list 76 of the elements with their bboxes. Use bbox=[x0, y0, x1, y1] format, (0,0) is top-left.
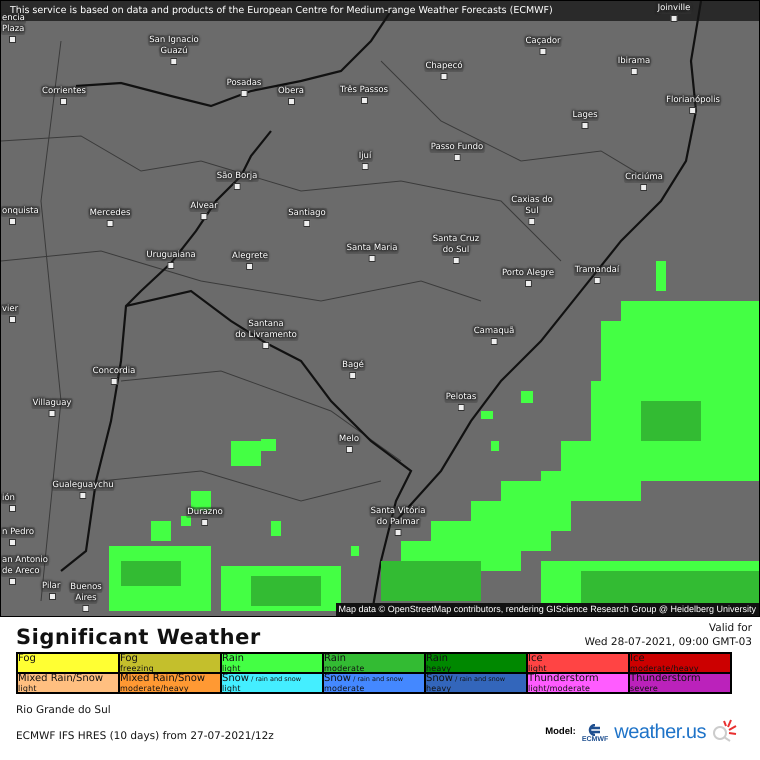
valid-label: Valid for bbox=[708, 621, 752, 635]
legend-label: Mixed Rain/Snow bbox=[18, 674, 104, 684]
city-marker bbox=[48, 410, 56, 417]
city-marker bbox=[630, 68, 638, 75]
city-marker bbox=[540, 48, 546, 55]
city-marker bbox=[458, 404, 464, 411]
city-marker bbox=[640, 184, 648, 191]
legend-label: Rain bbox=[324, 654, 347, 664]
legend-sublabel: freezing bbox=[120, 664, 155, 673]
legend-sublabel: moderate bbox=[324, 664, 366, 673]
city-marker bbox=[246, 263, 254, 270]
model-run: ECMWF IFS HRES (10 days) from 27-07-2021/12z bbox=[16, 730, 274, 743]
valid-time: Wed 28-07-2021, 09:00 GMT-03 bbox=[584, 635, 752, 649]
legend-label: Ice bbox=[630, 654, 646, 664]
legend-sublabel: moderate bbox=[324, 684, 366, 693]
city-marker bbox=[368, 255, 376, 262]
legend-label: Ice bbox=[528, 654, 544, 664]
legend-sublabel: light bbox=[18, 684, 38, 693]
city-marker bbox=[9, 218, 16, 225]
city-marker bbox=[106, 220, 114, 227]
city-marker bbox=[49, 593, 56, 600]
city-marker bbox=[60, 98, 68, 105]
city-marker bbox=[240, 90, 248, 97]
city-marker bbox=[9, 505, 16, 512]
chart-title: Significant Weather bbox=[16, 625, 261, 649]
legend-sublabel: moderate/heavy bbox=[630, 664, 700, 673]
model-label: Model: bbox=[545, 726, 576, 737]
legend-sublabel: light bbox=[222, 684, 242, 693]
city-marker bbox=[202, 519, 208, 526]
legend-label: Rain bbox=[426, 654, 449, 664]
city-marker bbox=[454, 154, 460, 161]
city-marker bbox=[362, 163, 368, 170]
legend-label: Fog bbox=[18, 654, 37, 664]
sun-magnifier-icon bbox=[712, 717, 738, 743]
legend-sublabel: heavy bbox=[426, 684, 452, 693]
city-marker bbox=[350, 372, 356, 379]
city-marker bbox=[168, 262, 174, 269]
legend-sublabel: heavy bbox=[426, 664, 452, 673]
city-marker bbox=[360, 97, 368, 104]
region-name: Rio Grande do Sul bbox=[16, 704, 112, 717]
city-marker bbox=[346, 446, 352, 453]
legend-sublabel: moderate/heavy bbox=[120, 684, 190, 693]
city-marker bbox=[524, 280, 532, 287]
city-marker bbox=[394, 529, 402, 536]
city-marker bbox=[582, 122, 588, 129]
city-marker bbox=[452, 257, 460, 264]
city-marker bbox=[288, 98, 294, 105]
legend-label: Rain bbox=[222, 654, 245, 664]
legend-label: Fog bbox=[120, 654, 139, 664]
city-marker bbox=[528, 218, 536, 225]
city-marker bbox=[9, 539, 16, 546]
legend-label: Mixed Rain/Snow bbox=[120, 674, 206, 684]
city-marker bbox=[170, 58, 178, 65]
city-marker bbox=[200, 213, 208, 220]
legend-label: Thunderstorm bbox=[630, 674, 702, 684]
city-marker bbox=[690, 107, 696, 114]
city-marker bbox=[594, 277, 600, 284]
city-marker bbox=[262, 342, 270, 349]
city-marker bbox=[670, 15, 678, 22]
city-marker bbox=[234, 183, 240, 190]
city-marker bbox=[490, 338, 498, 345]
legend-sublabel: severe bbox=[630, 684, 659, 693]
city-marker bbox=[82, 605, 90, 612]
legend-sublabel: light bbox=[222, 664, 242, 673]
city-marker bbox=[9, 578, 16, 585]
map-attribution: Map data © OpenStreetMap contributors, rendering GIScience Research Group @ Heidelberg University bbox=[336, 603, 759, 616]
city-marker bbox=[440, 73, 448, 80]
city-marker bbox=[110, 378, 118, 385]
city-marker bbox=[304, 220, 310, 227]
legend-sublabel: light/moderate bbox=[528, 684, 592, 693]
brand-logo-text: weather.us bbox=[614, 721, 706, 743]
city-marker bbox=[9, 316, 16, 323]
legend-sublabel: light bbox=[528, 664, 548, 673]
city-marker bbox=[80, 492, 86, 499]
legend-label: Thunderstorm bbox=[528, 674, 600, 684]
city-marker bbox=[9, 36, 16, 43]
